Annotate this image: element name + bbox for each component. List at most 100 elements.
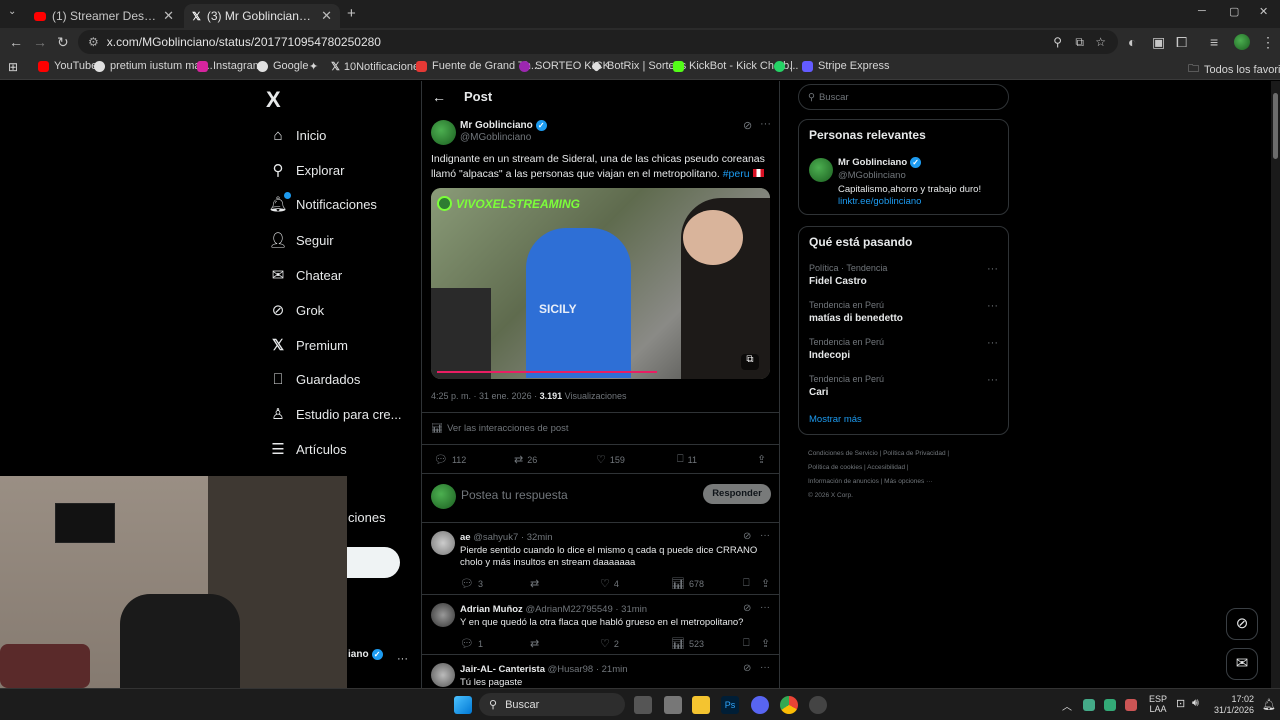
apps-grid-icon[interactable]: ⊞ (8, 60, 18, 74)
views-action[interactable]: 📊︎ 523 (671, 637, 704, 650)
nav-more-partial[interactable]: ciones (348, 510, 386, 525)
reply-action[interactable]: 💬︎ 1 (460, 637, 483, 650)
scrollbar-thumb[interactable] (1273, 93, 1278, 159)
reply-author[interactable]: Jair-AL- Canterista (460, 664, 545, 675)
all-bookmarks[interactable]: 🗀 Todos los favoritos (1188, 60, 1280, 79)
repost-action[interactable]: ⇄ 26 (514, 453, 537, 466)
app-icon[interactable] (809, 696, 827, 714)
share-action[interactable]: ⇪ (761, 577, 774, 590)
reload-icon[interactable]: ↻ (57, 34, 69, 51)
volume-icon[interactable]: 🔊︎ (1192, 697, 1199, 710)
taskbar-search[interactable]: ⚲ Buscar (479, 693, 625, 716)
notifications-icon[interactable]: 🔔︎ (1262, 698, 1276, 711)
reply-item[interactable]: ae @sahyuk7 · 32min ⊘ ··· Pierde sentido… (422, 522, 779, 594)
reply-handle[interactable]: @AdrianM22795549 · 31min (525, 604, 647, 615)
bookmark-action[interactable]: ⎕ (743, 637, 754, 650)
extensions-puzzle-icon[interactable]: ⧠ (1176, 34, 1187, 51)
post-video[interactable]: SICILY VIVOXELSTREAMING ⧉ (431, 188, 770, 379)
nav-chatear[interactable]: ✉ Chatear (268, 265, 343, 285)
relevant-handle[interactable]: @MGoblinciano (838, 170, 906, 181)
trend-item[interactable]: Política · Tendencia Fidel Castro (809, 263, 887, 287)
menu-icon[interactable]: ⋮ (1261, 34, 1275, 51)
relevant-name-row[interactable]: Mr Goblinciano ✓ (838, 157, 922, 168)
account-more-icon[interactable]: ··· (397, 653, 408, 665)
footer-link[interactable]: Accesibilidad (867, 464, 905, 471)
grok-floating-button[interactable]: ⊘ (1226, 608, 1258, 640)
reply-button[interactable]: Responder (703, 484, 771, 504)
show-more-link[interactable]: Mostrar más (809, 414, 862, 425)
nav-estudio[interactable]: ♙ Estudio para cre... (268, 404, 401, 424)
nav-grok[interactable]: ⊘ Grok (268, 300, 324, 320)
reply-author[interactable]: Adrian Muñoz (460, 604, 523, 615)
bookmark-action[interactable]: ⎕ 11 (677, 453, 697, 466)
nav-seguir[interactable]: 👤︎ Seguir (268, 230, 333, 250)
relevant-link[interactable]: linktr.ee/goblinciano (838, 196, 921, 207)
trend-item[interactable]: Tendencia en Perú matías di benedetto (809, 300, 903, 324)
author-handle[interactable]: @MGoblinciano (460, 132, 531, 143)
like-action[interactable]: ♡ 159 (596, 453, 625, 466)
own-avatar[interactable] (431, 484, 456, 509)
repost-action[interactable]: ⇄ (530, 577, 543, 590)
tab-list-icon[interactable]: ⌄ (8, 6, 16, 17)
author-avatar[interactable] (431, 120, 456, 145)
network-icon[interactable]: ⊡ (1176, 697, 1185, 710)
reply-input[interactable]: Postea tu respuesta (461, 488, 568, 502)
bookmark-instagram[interactable]: Instagram (197, 60, 262, 72)
profile-avatar[interactable] (1234, 34, 1250, 50)
start-icon[interactable] (454, 696, 472, 714)
trend-item[interactable]: Tendencia en Perú Indecopi (809, 337, 884, 361)
site-info-icon[interactable]: ⚙ (88, 35, 99, 49)
more-icon[interactable]: ··· (987, 374, 998, 386)
tray-icon[interactable] (1083, 699, 1095, 711)
nav-explorar[interactable]: ⚲ Explorar (268, 160, 345, 180)
nav-articulos[interactable]: ☰ Artículos (268, 439, 346, 459)
media-controls-icon[interactable]: ≡ (1210, 34, 1218, 50)
scrollbar-track[interactable] (1271, 81, 1280, 688)
reply-avatar[interactable] (431, 603, 455, 627)
x-logo[interactable]: X (266, 87, 281, 113)
close-icon[interactable]: ✕ (321, 8, 332, 24)
bookmark-youtube[interactable]: YouTube (38, 60, 97, 72)
install-icon[interactable]: ⧉ (1075, 35, 1084, 50)
extension-icon[interactable]: ◐ (1128, 34, 1136, 50)
back-arrow-icon[interactable]: ← (432, 89, 446, 105)
star-icon[interactable]: ☆ (1095, 35, 1106, 49)
new-tab-button[interactable]: + (347, 5, 356, 22)
more-icon[interactable]: ··· (987, 300, 998, 312)
reply-item[interactable]: Jair-AL- Canterista @Husar98 · 21min ⊘ ·… (422, 654, 779, 688)
address-bar[interactable]: ⚙ x.com/MGoblinciano/status/201771095478… (78, 30, 1118, 54)
post-timestamp[interactable]: 4:25 p. m. · 31 ene. 2026 · (431, 391, 537, 401)
relevant-avatar[interactable] (809, 158, 833, 182)
microphone-icon[interactable] (1125, 699, 1137, 711)
like-action[interactable]: ♡ 4 (600, 577, 619, 590)
tray-icon[interactable] (1104, 699, 1116, 711)
reply-avatar[interactable] (431, 663, 455, 687)
bookmark-10notificaciones[interactable]: 𝕏 10Notificaciones (331, 60, 425, 74)
photoshop-icon[interactable]: Ps (721, 696, 739, 714)
messages-floating-button[interactable]: ✉ (1226, 648, 1258, 680)
trend-item[interactable]: Tendencia en Perú Cari (809, 374, 884, 398)
grok-icon[interactable]: ⊘ (743, 531, 751, 542)
extension-icon[interactable]: ▣ (1152, 34, 1165, 51)
grok-icon[interactable]: ⊘ (743, 603, 751, 614)
file-explorer-icon[interactable] (692, 696, 710, 714)
grok-icon[interactable]: ⊘ (743, 119, 752, 132)
bookmark-pretium[interactable]: pretium iustum mat... (94, 60, 213, 72)
nav-guardados[interactable]: ⎕ Guardados (268, 369, 360, 389)
reply-author[interactable]: ae (460, 532, 471, 543)
nav-premium[interactable]: 𝕏 Premium (268, 335, 348, 355)
video-progress-bar[interactable] (437, 371, 657, 373)
more-icon[interactable]: ··· (760, 602, 770, 613)
nav-inicio[interactable]: ⌂ Inicio (268, 125, 326, 145)
nav-notificaciones[interactable]: 🔔︎ Notificaciones (268, 192, 377, 214)
close-window-button[interactable]: ✕ (1259, 5, 1268, 18)
reply-item[interactable]: Adrian Muñoz @AdrianM22795549 · 31min ⊘ … (422, 594, 779, 654)
like-action[interactable]: ♡ 2 (600, 637, 619, 650)
bookmark-botrix[interactable]: BotRix | Sorteos (591, 60, 686, 72)
repost-action[interactable]: ⇄ (530, 637, 543, 650)
forward-icon[interactable]: → (33, 34, 47, 50)
footer-link[interactable]: Información de anuncios (808, 478, 879, 485)
task-view-icon[interactable] (634, 696, 652, 714)
tab-x-post[interactable]: 𝕏 (3) Mr Goblinciano en X: "Indig ✕ (184, 4, 340, 28)
reply-handle[interactable]: @Husar98 · 21min (548, 664, 628, 675)
